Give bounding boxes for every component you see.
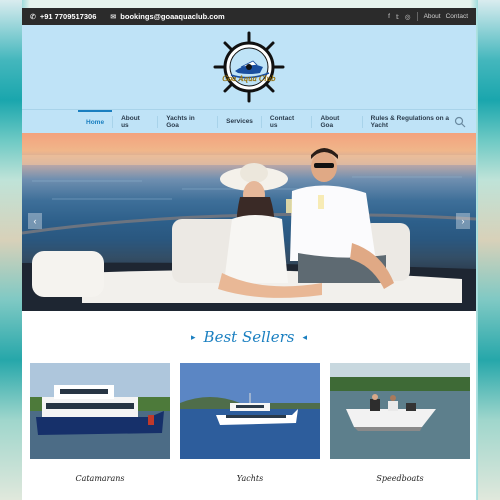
hero-slider[interactable]: ‹ › <box>22 133 476 311</box>
speedboat-image[interactable] <box>330 363 470 459</box>
card-label: Speedboats <box>376 474 424 483</box>
card-catamarans[interactable]: Catamarans <box>30 363 170 483</box>
social-links: f 𝕥 ◎ <box>388 13 411 21</box>
card-label: Yachts <box>236 474 264 483</box>
top-right: f 𝕥 ◎ About Contact <box>388 12 468 21</box>
heading-left-arrow-icon: ▸ <box>191 331 196 342</box>
site-container: ✆ +91 7709517306 ✉ bookings@goaaquaclub.… <box>22 8 476 500</box>
nav-about-goa[interactable]: About Goa <box>312 110 361 134</box>
logo-text: Goa Aqua Club <box>222 75 276 83</box>
search-icon[interactable] <box>454 116 466 128</box>
instagram-icon[interactable]: ◎ <box>405 13 411 21</box>
slider-next-button[interactable]: › <box>456 213 470 229</box>
ship-wheel-logo[interactable]: Goa Aqua Club <box>213 31 285 103</box>
nav-about-us[interactable]: About us <box>113 110 157 134</box>
card-yachts[interactable]: Yachts <box>180 363 320 483</box>
background-beach-right <box>478 0 500 500</box>
best-sellers-cards: Catamarans Yachts Speedboats <box>22 363 476 483</box>
slider-prev-button[interactable]: ‹ <box>28 213 42 229</box>
facebook-icon[interactable]: f <box>388 13 390 21</box>
yacht-image[interactable] <box>180 363 320 459</box>
top-link-about[interactable]: About <box>424 13 441 20</box>
best-sellers-title: Best Sellers <box>203 328 295 346</box>
hero-image-couple-on-yacht <box>22 148 476 311</box>
top-bar: ✆ +91 7709517306 ✉ bookings@goaaquaclub.… <box>22 8 476 25</box>
best-sellers-heading: ▸ Best Sellers ◂ <box>22 311 476 363</box>
top-links: About Contact <box>424 13 468 20</box>
nav-yachts-in-goa[interactable]: Yachts in Goa <box>158 110 217 134</box>
phone-icon: ✆ <box>30 13 36 21</box>
email-icon: ✉ <box>110 13 117 21</box>
card-label: Catamarans <box>75 474 125 483</box>
heading-right-arrow-icon: ◂ <box>302 331 307 342</box>
nav-home[interactable]: Home <box>78 109 113 134</box>
top-contact: ✆ +91 7709517306 ✉ bookings@goaaquaclub.… <box>30 12 225 21</box>
main-nav: Home About us Yachts in Goa Services Con… <box>22 109 476 133</box>
catamaran-image[interactable] <box>30 363 170 459</box>
nav-contact-us[interactable]: Contact us <box>262 110 312 134</box>
card-speedboats[interactable]: Speedboats <box>330 363 470 483</box>
nav-services[interactable]: Services <box>218 110 261 134</box>
top-divider <box>416 12 418 21</box>
twitter-icon[interactable]: 𝕥 <box>396 13 399 21</box>
site-header: Goa Aqua Club <box>22 25 476 109</box>
background-beach-left <box>0 0 22 500</box>
top-link-contact[interactable]: Contact <box>446 13 468 20</box>
phone-number[interactable]: +91 7709517306 <box>40 12 97 21</box>
email-address[interactable]: bookings@goaaquaclub.com <box>120 12 224 21</box>
